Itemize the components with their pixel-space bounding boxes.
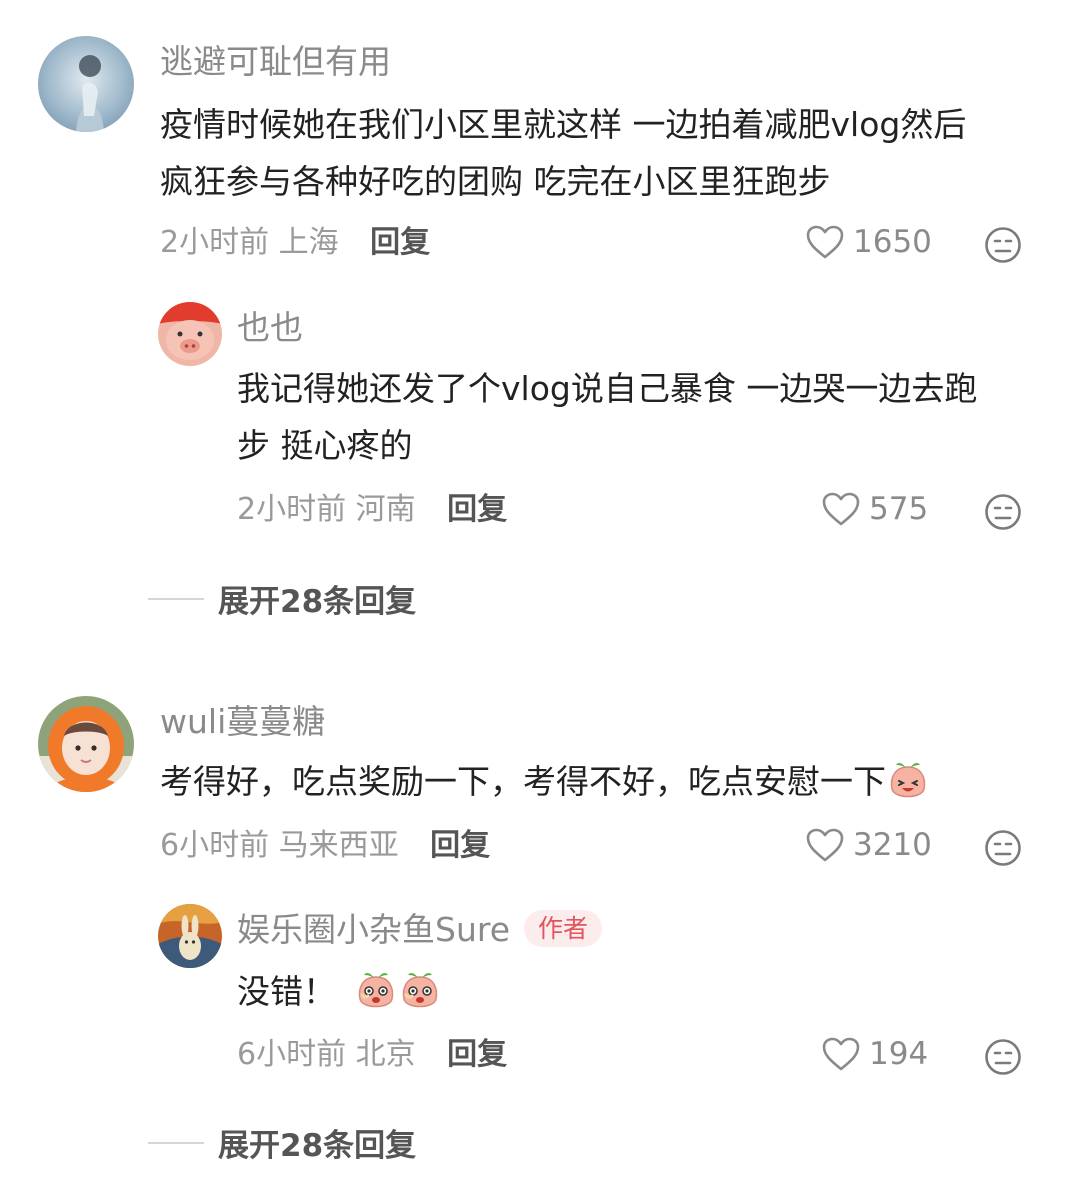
- peach-face-emoji: [398, 969, 442, 1030]
- comment-text-line: 疯狂参与各种好吃的团购 吃完在小区里狂跑步: [160, 162, 831, 201]
- time-location: 6小时前 马来西亚: [160, 828, 399, 863]
- username[interactable]: wuli蔓蔓糖: [160, 705, 325, 738]
- dislike-button[interactable]: [984, 1038, 1022, 1080]
- comment-text-line-content: 考得好，吃点奖励一下，考得不好，吃点安慰一下: [160, 762, 886, 801]
- username[interactable]: 逃避可耻但有用: [160, 45, 391, 78]
- reply-text-line-content: 没错！: [237, 972, 336, 1011]
- heart-outline-icon: [822, 492, 860, 526]
- reply-button[interactable]: 回复: [430, 828, 490, 863]
- reply-button[interactable]: 回复: [370, 225, 430, 260]
- time-location: 6小时前 北京: [237, 1037, 416, 1072]
- reply-text: 没错！: [237, 963, 442, 1030]
- reply-meta: 2小时前 河南 回复: [237, 495, 507, 525]
- comment-text-line: 疫情时候她在我们小区里就这样 一边拍着减肥vlog然后: [160, 105, 967, 144]
- comment-meta: 6小时前 马来西亚 回复: [160, 831, 490, 861]
- heart-outline-icon: [806, 225, 844, 259]
- reply-username[interactable]: 也也: [237, 311, 303, 344]
- like-count: 194: [869, 1035, 929, 1072]
- neutral-face-icon: [985, 227, 1021, 263]
- like-button[interactable]: 575: [821, 491, 928, 527]
- reply-button[interactable]: 回复: [447, 492, 507, 527]
- like-button[interactable]: 194: [821, 1036, 928, 1072]
- neutral-face-icon: [985, 830, 1021, 866]
- comment-meta: 2小时前 上海 回复: [160, 228, 430, 258]
- reply-text-line: 没错！: [237, 963, 442, 1030]
- divider-line: [148, 1141, 204, 1144]
- like-count: 1650: [853, 223, 932, 260]
- time-location: 2小时前 河南: [237, 492, 416, 527]
- time-location: 2小时前 上海: [160, 225, 339, 260]
- neutral-face-icon: [985, 1039, 1021, 1075]
- reply-avatar[interactable]: [158, 904, 222, 968]
- dislike-button[interactable]: [984, 493, 1022, 535]
- expand-replies-label: 展开28条回复: [218, 584, 417, 620]
- reply-meta: 6小时前 北京 回复: [237, 1040, 507, 1070]
- reply-username: 娱乐圈小杂鱼Sure 作者: [237, 910, 603, 949]
- comment-text: 疫情时候她在我们小区里就这样 一边拍着减肥vlog然后 疯狂参与各种好吃的团购 …: [160, 96, 966, 210]
- author-badge: 作者: [524, 910, 603, 947]
- reply-text-line: 步 挺心疼的: [237, 426, 413, 465]
- reply-avatar[interactable]: [158, 302, 222, 366]
- like-count: 3210: [853, 826, 932, 863]
- reply-text: 我记得她还发了个vlog说自己暴食 一边哭一边去跑 步 挺心疼的: [237, 360, 977, 474]
- expand-replies-button[interactable]: 展开28条回复: [148, 576, 416, 621]
- divider-line: [148, 597, 204, 600]
- avatar[interactable]: [38, 36, 134, 132]
- comment-text-line: 考得好，吃点奖励一下，考得不好，吃点安慰一下: [160, 753, 930, 820]
- neutral-face-icon: [985, 494, 1021, 530]
- heart-outline-icon: [806, 828, 844, 862]
- like-button[interactable]: 1650: [805, 224, 932, 260]
- reply-button[interactable]: 回复: [447, 1037, 507, 1072]
- dislike-button[interactable]: [984, 226, 1022, 268]
- reply-username-text[interactable]: 娱乐圈小杂鱼Sure: [237, 910, 510, 949]
- like-button[interactable]: 3210: [805, 827, 932, 863]
- reply-text-line: 我记得她还发了个vlog说自己暴食 一边哭一边去跑: [237, 369, 978, 408]
- peach-face-emoji: [886, 759, 930, 820]
- expand-replies-button[interactable]: 展开28条回复: [148, 1120, 416, 1165]
- comment-text: 考得好，吃点奖励一下，考得不好，吃点安慰一下: [160, 753, 930, 820]
- dislike-button[interactable]: [984, 829, 1022, 871]
- peach-face-emoji: [354, 969, 398, 1030]
- heart-outline-icon: [822, 1037, 860, 1071]
- expand-replies-label: 展开28条回复: [218, 1128, 417, 1164]
- like-count: 575: [869, 490, 929, 527]
- avatar[interactable]: [38, 696, 134, 792]
